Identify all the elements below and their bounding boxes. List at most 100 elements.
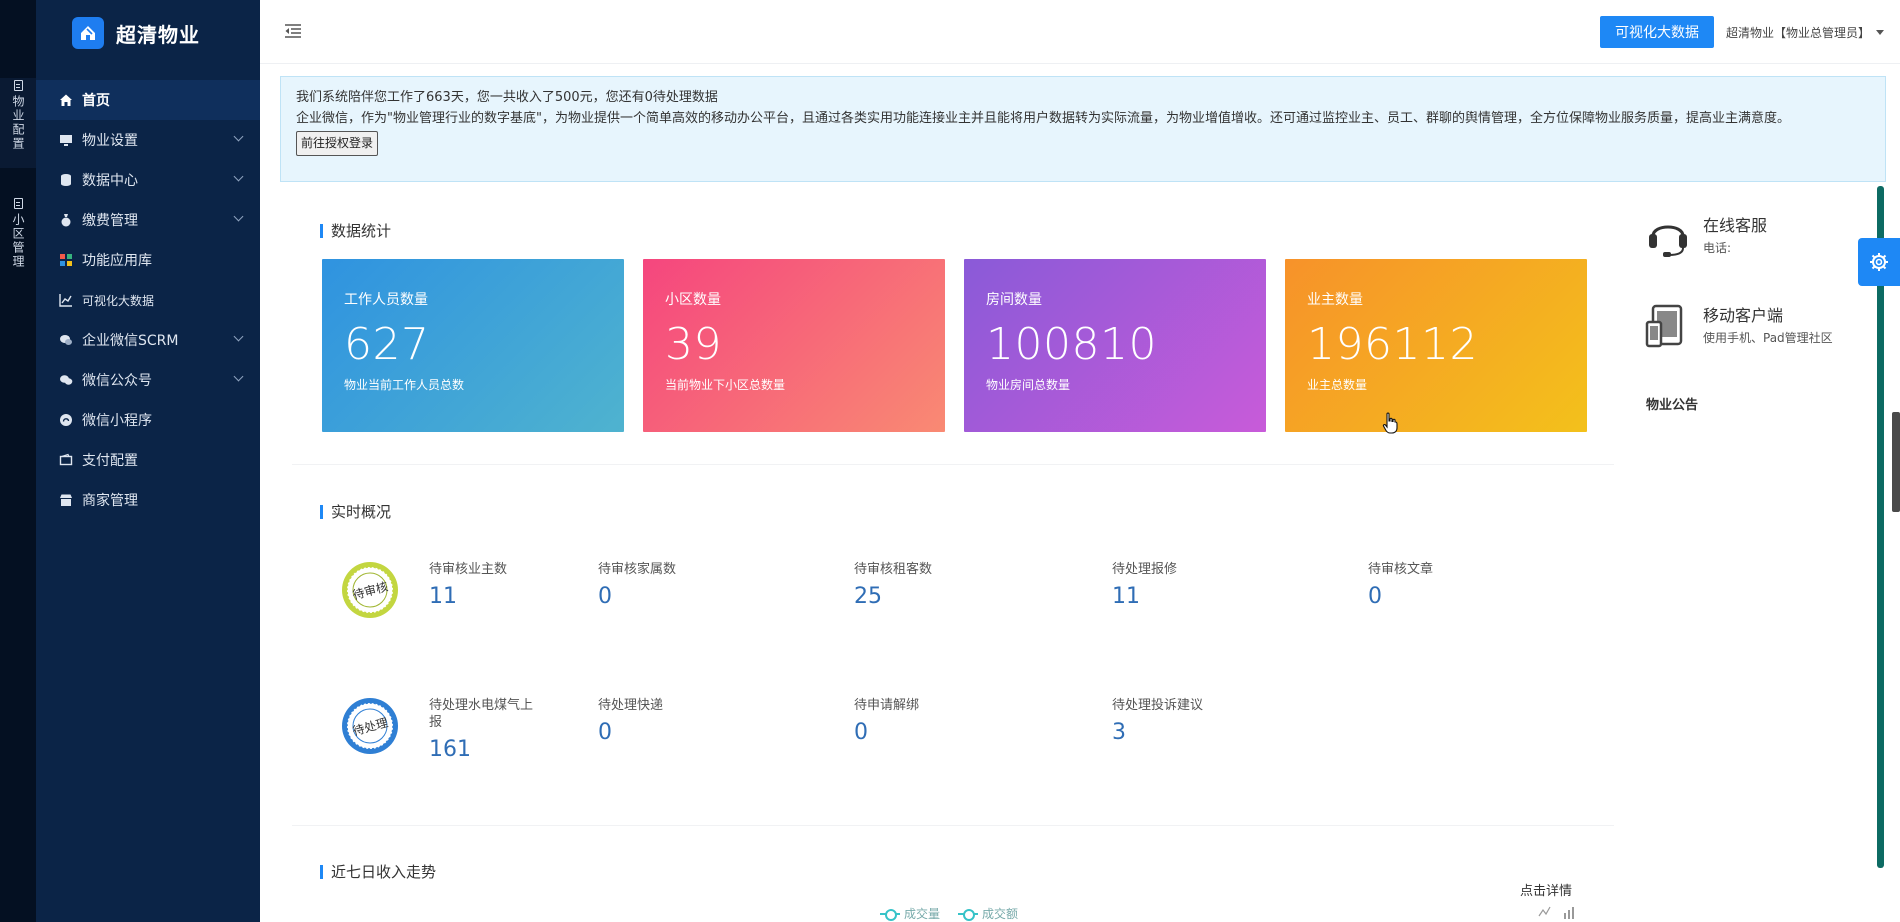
- sidebar-item-wechat-official[interactable]: 微信公众号: [36, 360, 260, 400]
- title-marker: [320, 223, 323, 238]
- metric-label: 待审核文章: [1368, 562, 1434, 577]
- hand-cursor-icon: [1382, 412, 1398, 434]
- headset-icon: [1649, 225, 1687, 257]
- title-marker: [320, 864, 323, 879]
- scrollbar-thumb[interactable]: [1892, 412, 1900, 512]
- announcement-title: 物业公告: [1646, 398, 1699, 413]
- apps-grid-icon: [58, 252, 74, 268]
- metric-value: 0: [598, 584, 612, 609]
- metric-pending-tenants[interactable]: 待审核租客数 25: [854, 561, 932, 609]
- sidebar-item-payment[interactable]: 缴费管理: [36, 200, 260, 240]
- sidebar-item-app-library[interactable]: 功能应用库: [36, 240, 260, 280]
- stat-label: 业主数量: [1307, 292, 1363, 308]
- rail-item-property-config[interactable]: 物业配置: [0, 78, 36, 168]
- sidebar-item-label: 物业设置: [82, 133, 138, 149]
- metric-pending-owners[interactable]: 待审核业主数 11: [429, 561, 507, 609]
- wallet-icon: [58, 452, 74, 468]
- side-indicator: [1877, 186, 1884, 868]
- metric-value: 11: [1112, 584, 1140, 609]
- sidebar-item-data-center[interactable]: 数据中心: [36, 160, 260, 200]
- section-title-text: 数据统计: [331, 222, 392, 240]
- metric-pending-unbind[interactable]: 待申请解绑 0: [854, 697, 919, 745]
- rail-item-community[interactable]: 小区管理: [0, 198, 36, 288]
- section-title-text: 近七日收入走势: [331, 863, 437, 881]
- title-marker: [320, 504, 323, 519]
- notice-line-2: 企业微信，作为"物业管理行业的数字基底"，为物业提供一个简单高效的移动办公平台，…: [296, 111, 1790, 126]
- stat-card-owners[interactable]: 业主数量 196112 业主总数量: [1285, 259, 1587, 432]
- menu-collapse-icon[interactable]: [284, 23, 302, 39]
- legend-item-volume[interactable]: 成交量: [880, 905, 940, 922]
- income-detail-link[interactable]: 点击详情: [1520, 880, 1572, 899]
- chat-icon: [58, 332, 74, 348]
- metric-pending-family[interactable]: 待审核家属数 0: [598, 561, 676, 609]
- stat-desc: 业主总数量: [1307, 378, 1368, 392]
- document-icon: [13, 80, 23, 91]
- legend-item-amount[interactable]: 成交额: [958, 905, 1018, 922]
- stat-label: 工作人员数量: [344, 292, 428, 308]
- settings-tab[interactable]: [1858, 238, 1900, 286]
- wechat-icon: [58, 372, 74, 388]
- sidebar-item-merchant[interactable]: 商家管理: [36, 480, 260, 520]
- sidebar-item-scrm[interactable]: 企业微信SCRM: [36, 320, 260, 360]
- sidebar: 超清物业 首页 物业设置 数据中心 缴费管理 功能应用库 可视化大数据 企业微信…: [36, 0, 260, 922]
- chart-toolbox-icon[interactable]: [1538, 906, 1582, 920]
- rail-label: 物业配置: [11, 95, 25, 151]
- document-icon: [13, 198, 23, 209]
- gear-icon: [1870, 253, 1888, 271]
- stat-card-staff[interactable]: 工作人员数量 627 物业当前工作人员总数: [322, 259, 624, 432]
- stat-value: 627: [344, 319, 430, 370]
- app-name: 超清物业: [116, 22, 200, 47]
- metric-label: 待申请解绑: [854, 698, 920, 713]
- bigdata-button[interactable]: 可视化大数据: [1600, 16, 1714, 48]
- metric-pending-utility-reports[interactable]: 待处理水电煤气上报 161: [429, 697, 539, 762]
- metric-pending-repairs[interactable]: 待处理报修 11: [1112, 561, 1177, 609]
- chevron-down-icon: [233, 171, 244, 182]
- monitor-icon: [58, 132, 74, 148]
- sidebar-item-label: 功能应用库: [82, 253, 152, 269]
- database-icon: [58, 172, 74, 188]
- metric-pending-deliveries[interactable]: 待处理快递 0: [598, 697, 663, 745]
- sidebar-item-label: 缴费管理: [82, 213, 138, 229]
- stat-card-rooms[interactable]: 房间数量 100810 物业房间总数量: [964, 259, 1266, 432]
- miniprogram-icon: [58, 412, 74, 428]
- section-title-realtime: 实时概况: [320, 501, 391, 522]
- service-phone: 电话:: [1703, 241, 1732, 255]
- vertical-rail: 物业配置 小区管理: [0, 0, 36, 922]
- metric-pending-complaints[interactable]: 待处理投诉建议 3: [1112, 697, 1203, 745]
- caret-down-icon: [1876, 30, 1885, 35]
- sidebar-item-miniprogram[interactable]: 微信小程序: [36, 400, 260, 440]
- metric-label: 待审核业主数: [429, 562, 508, 577]
- legend-marker-icon: [880, 908, 900, 921]
- stat-card-communities[interactable]: 小区数量 39 当前物业下小区总数量: [643, 259, 945, 432]
- sidebar-item-label: 支付配置: [82, 453, 138, 469]
- sidebar-item-label: 商家管理: [82, 493, 138, 509]
- section-title-stats: 数据统计: [320, 220, 391, 241]
- sidebar-item-label: 企业微信SCRM: [82, 333, 179, 349]
- metric-label: 待处理投诉建议: [1112, 698, 1204, 713]
- sidebar-item-bigdata[interactable]: 可视化大数据: [36, 280, 260, 320]
- divider: [292, 464, 1614, 465]
- notice-banner: 我们系统陪伴您工作了663天，您一共收入了500元，您还有0待处理数据 企业微信…: [280, 76, 1886, 182]
- mobile-sub: 使用手机、Pad管理社区: [1703, 331, 1833, 345]
- online-service[interactable]: 在线客服 电话:: [1645, 212, 1767, 258]
- metric-label: 待处理报修: [1112, 562, 1178, 577]
- sidebar-item-label: 微信公众号: [82, 373, 152, 389]
- sidebar-item-home[interactable]: 首页: [36, 80, 260, 120]
- user-menu[interactable]: 超清物业【物业总管理员】: [1726, 24, 1885, 41]
- sidebar-item-pay-config[interactable]: 支付配置: [36, 440, 260, 480]
- metric-pending-articles[interactable]: 待审核文章 0: [1368, 561, 1433, 609]
- brand[interactable]: 超清物业: [36, 0, 260, 66]
- mobile-client[interactable]: 移动客户端 使用手机、Pad管理社区: [1645, 302, 1833, 348]
- section-title-text: 实时概况: [331, 503, 392, 521]
- user-name: 超清物业【物业总管理员】: [1726, 26, 1871, 40]
- divider: [292, 825, 1614, 826]
- authorize-login-button[interactable]: 前往授权登录: [296, 131, 379, 156]
- mobile-title: 移动客户端: [1703, 306, 1784, 325]
- metric-value: 0: [854, 720, 868, 745]
- sidebar-item-property-settings[interactable]: 物业设置: [36, 120, 260, 160]
- legend-label: 成交额: [982, 907, 1019, 921]
- pending-process-stamp-icon: 待处理: [341, 697, 399, 755]
- sidebar-item-label: 首页: [82, 93, 110, 109]
- sidebar-item-label: 微信小程序: [82, 413, 152, 429]
- line-chart-icon: [58, 292, 74, 308]
